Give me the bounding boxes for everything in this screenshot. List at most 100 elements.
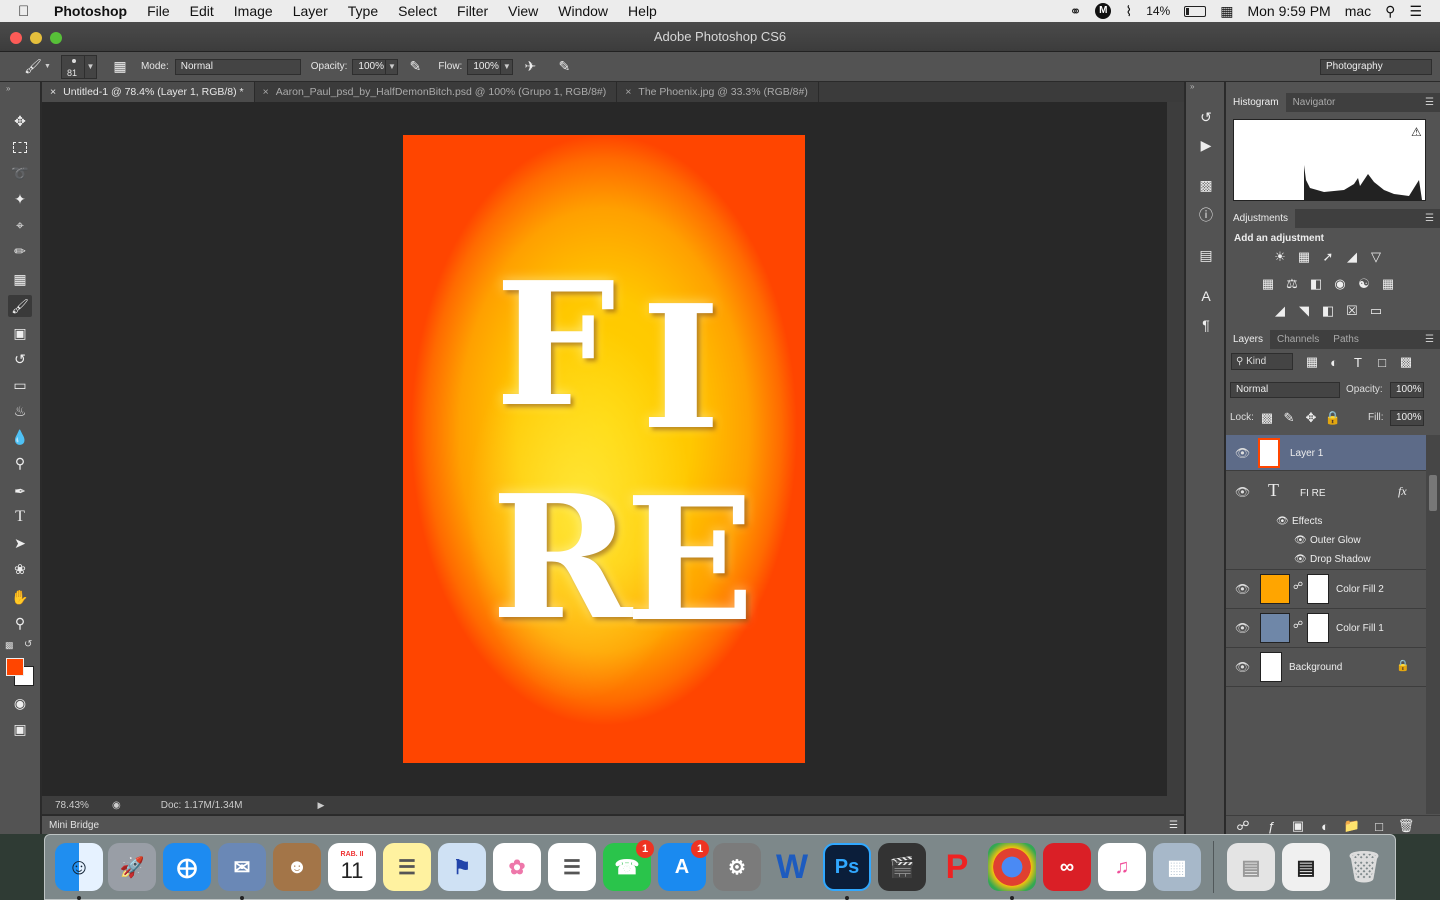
tab-untitled-1[interactable]: × Untitled-1 @ 78.4% (Layer 1, RGB/8) * [42,82,255,102]
add-layer-style-icon[interactable]: ƒ [1263,818,1279,834]
swap-colors-icon[interactable]: ↺ [24,639,32,650]
menu-app-name[interactable]: Photoshop [42,3,137,19]
tab-paths[interactable]: Paths [1326,330,1366,349]
photo-filter-icon[interactable]: ◉ [1332,276,1348,292]
pressure-size-icon[interactable]: ✎ [553,57,575,77]
layers-scrollbar[interactable] [1426,435,1440,814]
menu-window[interactable]: Window [548,3,618,19]
layer-row-color-fill-1[interactable]: 👁 ☍ Color Fill 1 [1226,609,1426,648]
pen-tool-icon[interactable]: ✒ [8,480,32,502]
zoom-level[interactable]: 78.43% [55,800,107,811]
move-tool-icon[interactable]: ✥ [8,110,32,132]
window-zoom-button[interactable] [50,32,62,44]
history-panel-icon[interactable]: ↺ [1194,106,1218,128]
creative-cloud-icon[interactable]: ⚭ [1070,3,1082,20]
threshold-icon[interactable]: ◧ [1320,303,1336,319]
layer-effects-group[interactable]: 👁 Effects [1226,512,1426,531]
calendar-icon[interactable]: RAB. II 11 [328,843,376,891]
visibility-eye-icon[interactable]: 👁 [1235,485,1250,499]
eyedropper-tool-icon[interactable]: ✏ [8,240,32,262]
crop-tool-icon[interactable]: ⌖ [8,214,32,236]
facetime-icon[interactable]: ☎ 1 [603,840,654,891]
user-name[interactable]: mac [1345,3,1371,19]
flow-arrow[interactable]: ▼ [501,58,514,75]
mask-link-icon[interactable]: ☍ [1293,581,1303,592]
brush-picker-arrow[interactable]: ▼ [84,54,97,79]
hue-saturation-icon[interactable]: ▦ [1260,276,1276,292]
dock-expand-icon[interactable]: » [1190,82,1194,91]
color-lookup-icon[interactable]: ▦ [1380,276,1396,292]
black-white-icon[interactable]: ◧ [1308,276,1324,292]
workspace-select[interactable]: Photography [1320,58,1432,75]
new-adjustment-layer-icon[interactable]: ◐ [1317,818,1333,834]
wifi-icon[interactable]: ⌇ [1125,3,1132,20]
magic-wand-tool-icon[interactable]: ✦ [8,188,32,210]
path-selection-tool-icon[interactable]: ➤ [8,532,32,554]
new-group-icon[interactable]: 📁 [1344,818,1360,834]
menu-type[interactable]: Type [338,3,388,19]
layer-name[interactable]: Color Fill 1 [1336,623,1384,634]
tab-layers[interactable]: Layers [1226,330,1271,349]
healing-brush-tool-icon[interactable]: ▦ [8,268,32,290]
layer-fill-input[interactable]: 100% [1390,410,1424,426]
quick-mask-icon[interactable]: ◉ [8,692,32,714]
battery-icon[interactable] [1184,5,1207,17]
posterize-icon[interactable]: ◥ [1296,303,1312,319]
channel-mixer-icon[interactable]: ☯ [1356,276,1372,292]
zoom-tool-icon[interactable]: ⚲ [8,612,32,634]
toolbar-collapse-icon[interactable]: » [6,84,10,93]
tool-preset-chevron-icon[interactable]: ▼ [44,63,51,70]
screen-mode-icon[interactable]: ▣ [8,718,32,740]
default-colors-icon[interactable]: ▩ [5,640,14,651]
properties-panel-icon[interactable]: ▩ [1194,174,1218,196]
chrome-icon[interactable] [988,843,1036,900]
lock-all-icon[interactable]: 🔒 [1325,410,1341,426]
pressure-opacity-icon[interactable]: ✎ [404,57,426,77]
menu-help[interactable]: Help [618,3,667,19]
histogram-panel-menu-icon[interactable]: ☰ [1425,93,1440,112]
menu-image[interactable]: Image [224,3,283,19]
app-store-icon[interactable]: A1 [658,840,709,891]
tab-close-icon[interactable]: × [50,86,56,98]
tab-close-icon[interactable]: × [625,86,631,98]
vertical-scrollbar[interactable] [1167,102,1184,796]
apple-menu-icon[interactable]:  [18,3,42,20]
creative-cloud-app-icon[interactable]: ∞ [1043,843,1091,891]
tab-adjustments[interactable]: Adjustments [1226,209,1296,228]
mask-link-icon[interactable]: ☍ [1293,620,1303,631]
invert-icon[interactable]: ◢ [1272,303,1288,319]
lock-image-icon[interactable]: ✎ [1281,410,1297,426]
effect-outer-glow[interactable]: 👁 Outer Glow [1226,531,1426,550]
layers-scroll-thumb[interactable] [1429,475,1437,511]
maps-icon[interactable]: ⚑ [438,843,486,891]
mini-bridge-menu-icon[interactable]: ☰ [1169,816,1178,835]
tab-channels[interactable]: Channels [1270,330,1326,349]
document-canvas[interactable]: F I R E [403,135,805,763]
final-cut-icon[interactable]: 🎬 [878,843,926,891]
tab-close-icon[interactable]: × [263,86,269,98]
launchpad-icon[interactable]: 🚀 [108,843,156,891]
layer-opacity-input[interactable]: 100% [1390,382,1424,398]
documents-stack-icon[interactable]: ▤ [1282,843,1330,891]
mail-icon[interactable]: ✉ [218,843,266,900]
layer-name[interactable]: Color Fill 2 [1336,584,1384,595]
foreground-color-swatch[interactable] [6,658,24,676]
system-preferences-icon[interactable]: ⚙ [713,843,761,891]
opacity-arrow[interactable]: ▼ [386,58,399,75]
eraser-tool-icon[interactable]: ▭ [8,374,32,396]
menu-view[interactable]: View [498,3,548,19]
effect-eye-icon[interactable]: 👁 [1294,554,1307,565]
adjustments-panel-menu-icon[interactable]: ☰ [1425,209,1440,228]
layer-name[interactable]: Background [1289,662,1342,673]
tab-navigator[interactable]: Navigator [1286,93,1343,112]
dodge-tool-icon[interactable]: ⚲ [8,452,32,474]
menu-file[interactable]: File [137,3,180,19]
spotlight-search-icon[interactable]: ⚲ [1385,3,1395,20]
color-balance-icon[interactable]: ⚖ [1284,276,1300,292]
vibrance-icon[interactable]: ▽ [1368,249,1384,265]
window-close-button[interactable] [10,32,22,44]
brush-size-picker[interactable]: 81 [60,54,85,79]
airbrush-icon[interactable]: ✈ [519,57,541,77]
lock-position-icon[interactable]: ✥ [1303,410,1319,426]
brush-tool-preset-icon[interactable]: 🖌 [22,57,44,77]
